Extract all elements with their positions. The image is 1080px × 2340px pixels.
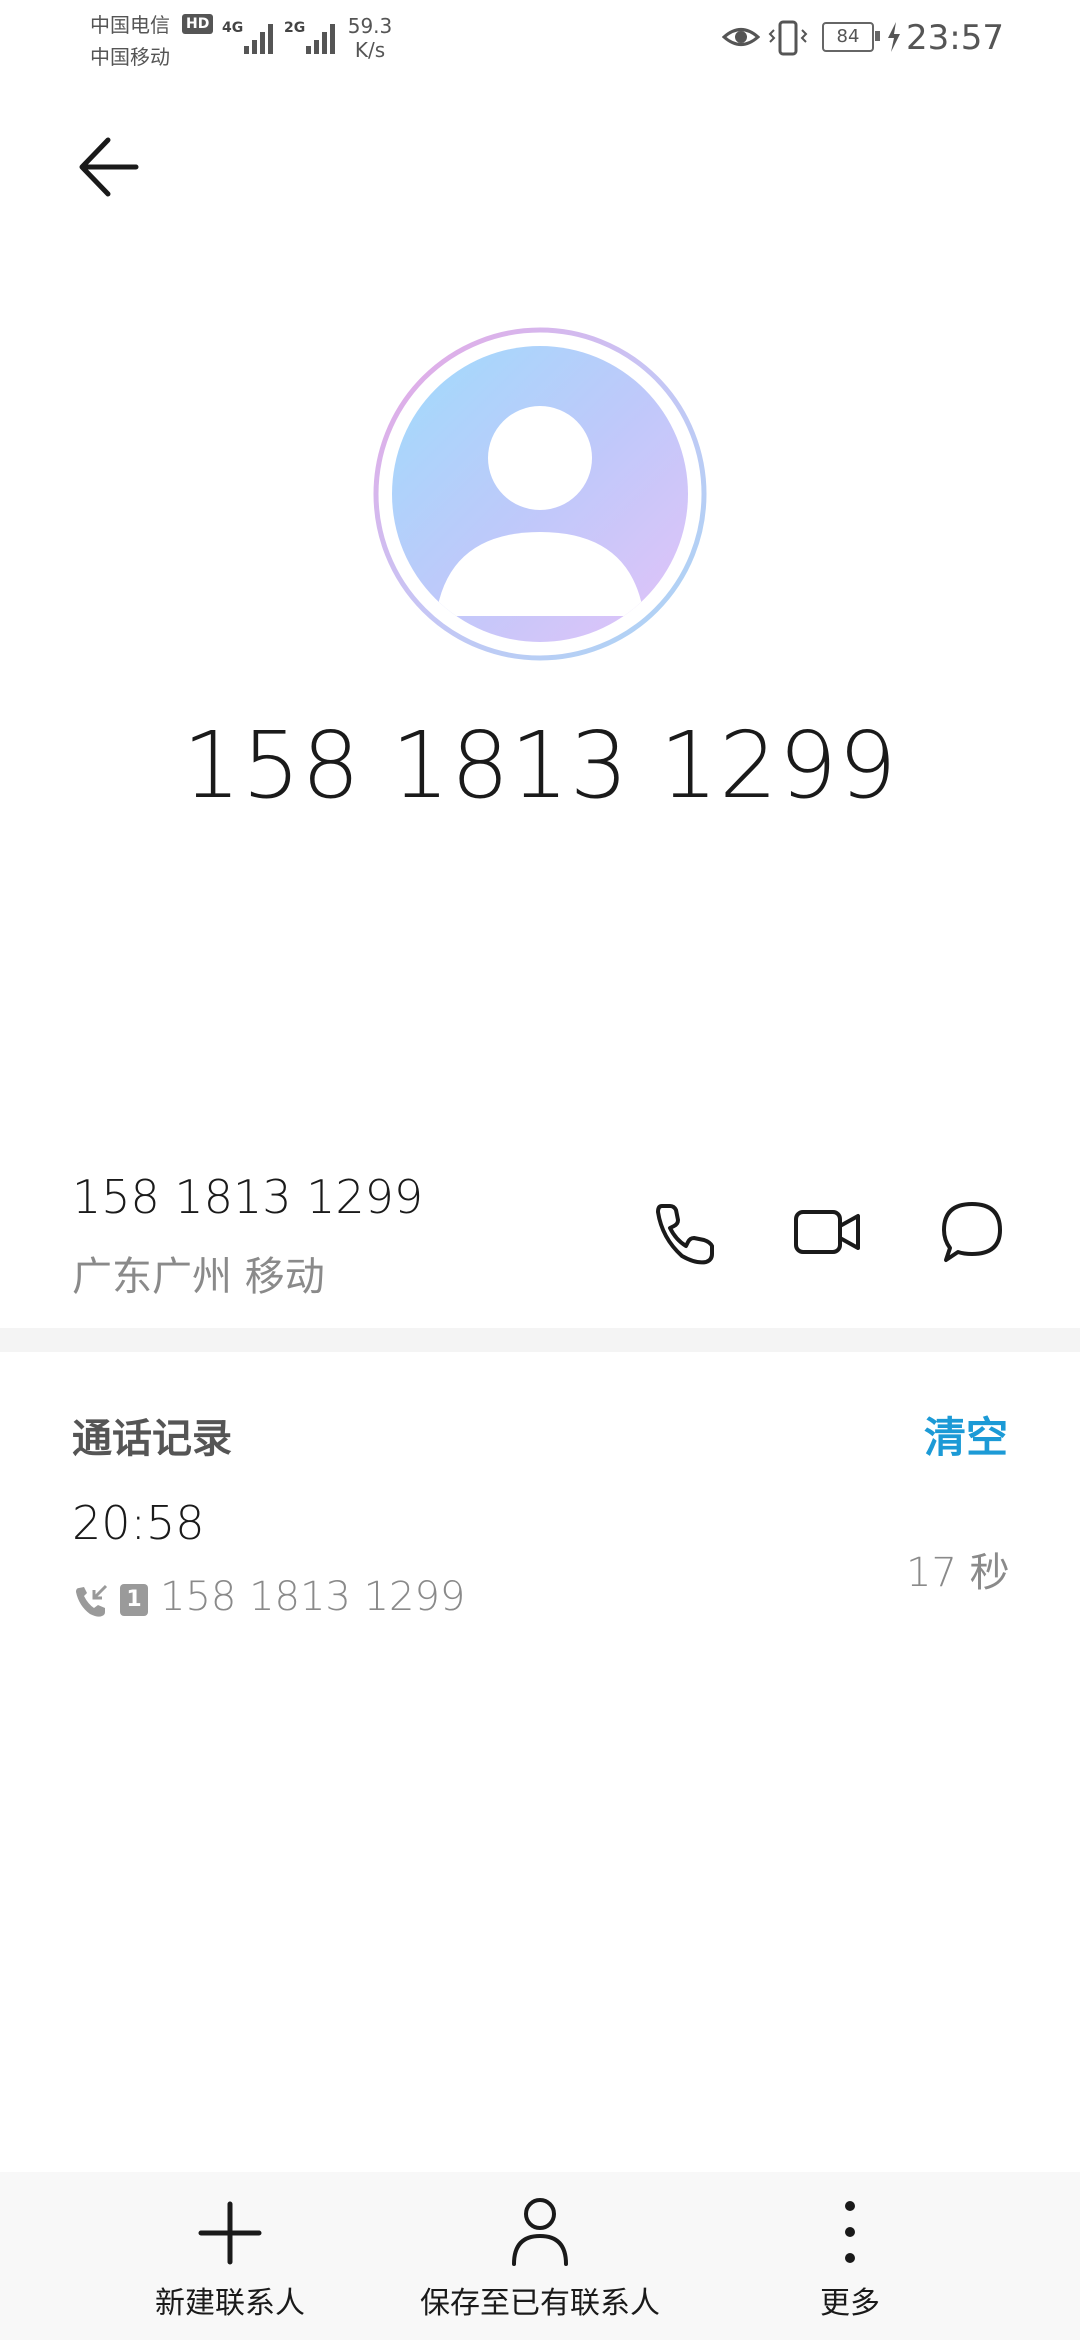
call-number: 158 1813 1299 [160, 1574, 466, 1620]
person-icon [512, 2198, 568, 2266]
call-duration: 17 秒 [906, 1550, 1010, 1596]
signal-icon-1 [244, 24, 273, 54]
speed-unit: K/s [354, 38, 386, 62]
incoming-call-icon [76, 1584, 108, 1617]
message-icon[interactable] [938, 1198, 1006, 1266]
section-divider [0, 1328, 1080, 1352]
profile-number: 158 1813 1299 [182, 712, 898, 819]
sim-badge: 1 [120, 1584, 148, 1616]
more-vertical-icon [845, 2201, 855, 2263]
call-time: 20:58 [72, 1496, 205, 1550]
clear-call-log-button[interactable]: 清空 [924, 1404, 1008, 1465]
new-contact-label: 新建联系人 [155, 2286, 305, 2321]
battery-level: 84 [822, 22, 874, 52]
contact-location: 广东广州 移动 [72, 1254, 325, 1300]
signal-icon-2 [306, 24, 335, 54]
phone-call-icon[interactable] [652, 1198, 720, 1266]
vibrate-icon [768, 20, 808, 56]
network-speed: 59.3 K/s [340, 14, 400, 62]
bottom-action-bar: 新建联系人 保存至已有联系人 更多 [0, 2172, 1080, 2340]
carrier-1: 中国电信 [90, 13, 170, 37]
hd-badge: HD [182, 14, 214, 34]
more-button[interactable]: 更多 [790, 2172, 910, 2340]
call-log-title: 通话记录 [72, 1416, 232, 1462]
call-log-entry[interactable]: 20:58 1 158 1813 1299 17 秒 [0, 1486, 1080, 1646]
clock: 23:57 [906, 18, 1004, 58]
new-contact-button[interactable]: 新建联系人 [130, 2172, 330, 2340]
save-to-existing-label: 保存至已有联系人 [420, 2286, 660, 2321]
charging-icon [888, 22, 900, 52]
contact-detail-screen: 中国电信 中国移动 HD 4G 2G 59.3 K/s 84 23:57 158… [0, 0, 1080, 2340]
carrier-2: 中国移动 [90, 45, 170, 69]
speed-value: 59.3 [347, 14, 393, 38]
eye-icon [722, 28, 760, 46]
plus-icon [198, 2201, 262, 2265]
more-label: 更多 [820, 2286, 880, 2321]
contact-number: 158 1813 1299 [72, 1170, 424, 1224]
avatar [373, 327, 707, 661]
save-to-existing-button[interactable]: 保存至已有联系人 [410, 2172, 670, 2340]
video-call-icon[interactable] [792, 1204, 862, 1260]
battery-tip-icon [875, 31, 880, 41]
back-arrow-icon[interactable] [74, 132, 144, 202]
